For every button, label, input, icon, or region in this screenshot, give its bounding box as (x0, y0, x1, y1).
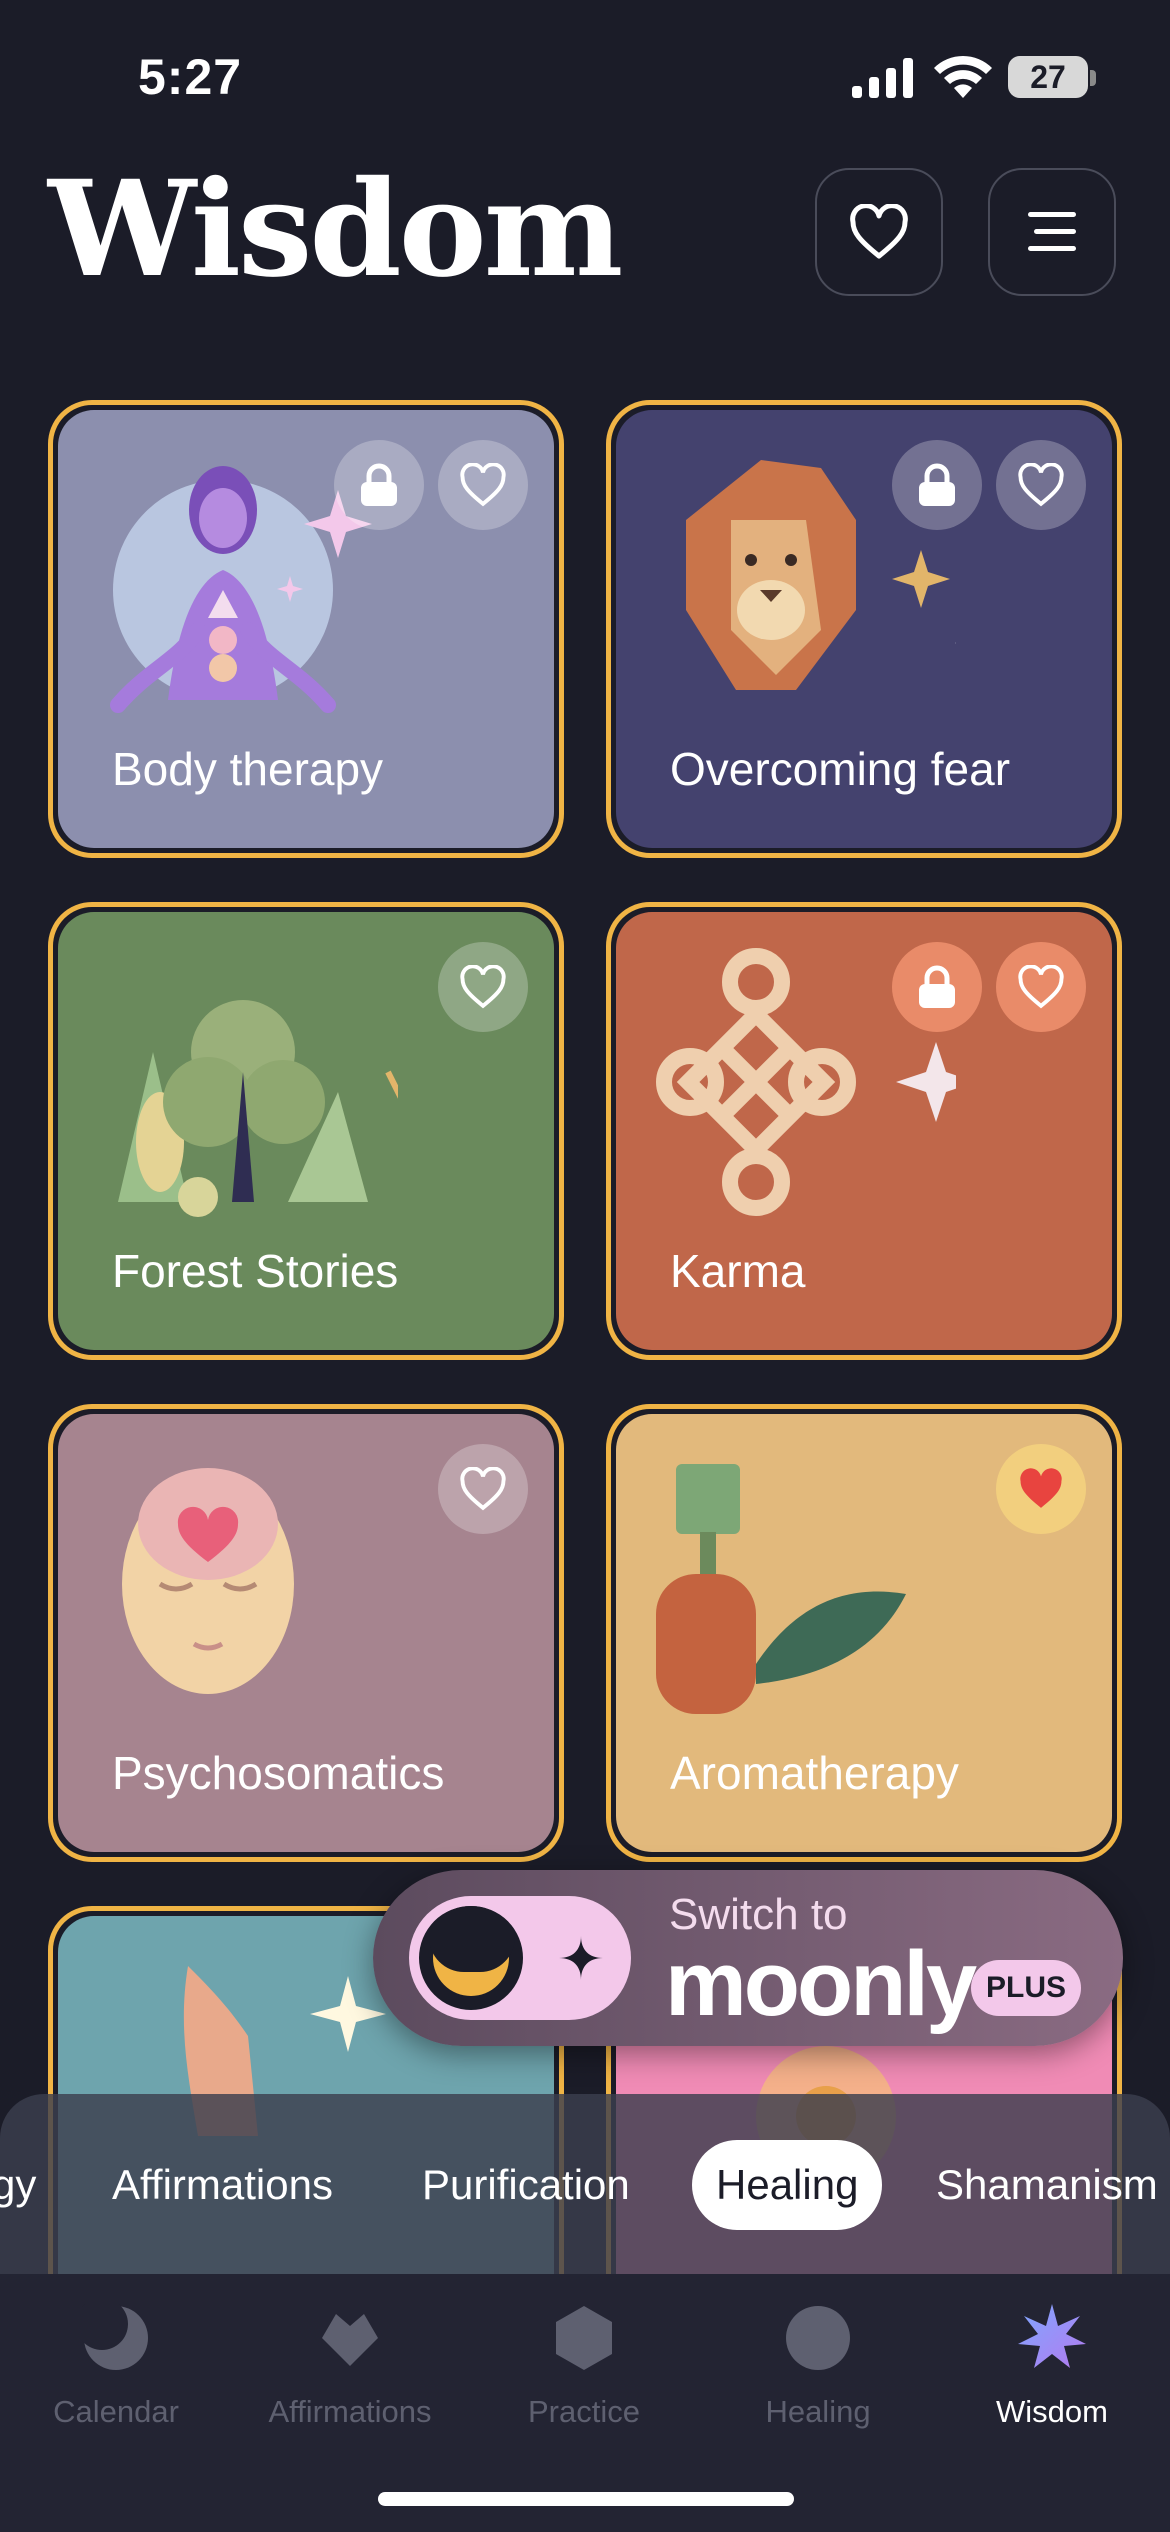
oil-bottle-illustration (656, 1464, 906, 1714)
card-label: Overcoming fear (670, 743, 1011, 795)
category-chip-affirmations[interactable]: Affirmations (112, 2140, 333, 2230)
menu-icon (1028, 212, 1076, 251)
face-with-heart-illustration (122, 1468, 294, 1694)
moon-icon (419, 1906, 523, 2010)
lock-button[interactable] (892, 942, 982, 1032)
sparkle-plus-icon (559, 1936, 603, 1980)
heart-icon (322, 2314, 378, 2366)
card-psychosomatics[interactable]: Psychosomatics (48, 1404, 564, 1862)
heart-outline-icon (1018, 463, 1064, 507)
lock-button[interactable] (334, 440, 424, 530)
tab-label: Practice (528, 2394, 640, 2429)
tab-label: Calendar (53, 2394, 179, 2429)
favorite-button[interactable] (438, 1444, 528, 1534)
tab-practice[interactable]: Practice (474, 2304, 694, 2444)
card-overcoming-fear[interactable]: Overcoming fear (606, 400, 1122, 858)
category-chip-shamanism[interactable]: Shamanism (936, 2140, 1158, 2230)
tab-label: Wisdom (996, 2394, 1108, 2429)
promo-brand: moonly (665, 1933, 977, 2035)
heart-outline-icon (460, 1467, 506, 1511)
card-forest-stories[interactable]: Forest Stories (48, 902, 564, 1360)
card-karma[interactable]: Karma (606, 902, 1122, 1360)
heart-outline-icon (1018, 965, 1064, 1009)
favorite-button[interactable] (438, 440, 528, 530)
favorite-button[interactable] (438, 942, 528, 1032)
heart-outline-icon (460, 463, 506, 507)
tab-label: Healing (765, 2394, 871, 2429)
lock-icon (361, 463, 397, 506)
tab-calendar[interactable]: Calendar (6, 2304, 226, 2444)
circle-icon (786, 2306, 850, 2370)
lock-icon (919, 463, 955, 506)
card-background: Body therapy (58, 410, 554, 848)
card-body-therapy[interactable]: Body therapy (48, 400, 564, 858)
favorites-button[interactable] (815, 168, 943, 296)
card-aromatherapy[interactable]: Aromatherapy (606, 1404, 1122, 1862)
upgrade-promo-banner[interactable]: Switch to moonly PLUS (373, 1870, 1123, 2046)
favorite-button[interactable] (996, 440, 1086, 530)
moonly-logo-pill (409, 1896, 631, 2020)
heart-filled-icon (1020, 1468, 1062, 1508)
card-background: Overcoming fear (616, 410, 1112, 848)
card-label: Forest Stories (112, 1245, 399, 1297)
status-time: 5:27 (138, 49, 243, 105)
tab-affirmations[interactable]: Affirmations (240, 2304, 460, 2444)
signal-icon (852, 58, 913, 98)
forest-illustration (118, 1000, 398, 1217)
status-bar: 5:27 27 (0, 0, 1170, 150)
moon-icon (82, 2304, 148, 2370)
category-chip-healing[interactable]: Healing (692, 2140, 883, 2230)
heart-outline-icon (460, 965, 506, 1009)
plus-badge: PLUS (971, 1960, 1081, 2016)
page-title: Wisdom (48, 152, 623, 307)
hexagon-icon (556, 2306, 612, 2370)
battery-cap (1090, 70, 1096, 86)
battery-indicator: 27 (1008, 56, 1088, 98)
star-burst-icon (1018, 2304, 1086, 2368)
category-chip[interactable]: gy (0, 2140, 36, 2230)
category-chip-purification[interactable]: Purification (422, 2140, 630, 2230)
lock-icon (919, 965, 955, 1008)
card-background: Forest Stories (58, 912, 554, 1350)
tab-healing[interactable]: Healing (708, 2304, 928, 2444)
category-bar: gy Affirmations Purification Healing Sha… (0, 2094, 1170, 2274)
card-label: Aromatherapy (670, 1747, 959, 1799)
menu-button[interactable] (988, 168, 1116, 296)
card-background: Aromatherapy (616, 1414, 1112, 1852)
card-background: Karma (616, 912, 1112, 1350)
favorite-button[interactable] (996, 1444, 1086, 1534)
card-label: Karma (670, 1245, 806, 1297)
tab-wisdom[interactable]: Wisdom (942, 2304, 1162, 2444)
lock-button[interactable] (892, 440, 982, 530)
tab-label: Affirmations (268, 2394, 432, 2429)
heart-outline-icon (850, 204, 908, 259)
card-label: Body therapy (112, 743, 384, 795)
card-background: Psychosomatics (58, 1414, 554, 1852)
home-indicator (378, 2492, 794, 2506)
wifi-icon (934, 55, 992, 98)
crescent-shade (429, 1906, 515, 1972)
card-label: Psychosomatics (112, 1747, 445, 1799)
favorite-button[interactable] (996, 942, 1086, 1032)
